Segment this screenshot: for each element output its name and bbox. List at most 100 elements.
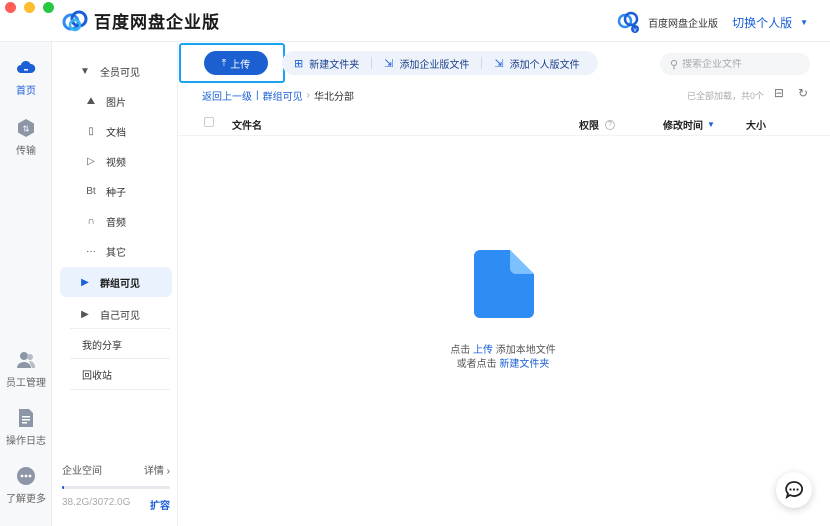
baidu-netdisk-logo-icon [62,10,88,31]
column-modified[interactable]: 修改时间 ▼ [663,117,715,132]
enterprise-name: 百度网盘企业版 [648,18,719,30]
sidebar-item-images[interactable]: ⛰ 图片 [60,86,172,116]
action-group: ⊞ 新建文件夹 ⇲ 添加企业版文件 ⇲ 添加个人版文件 [282,51,598,75]
divider [70,389,170,390]
caret-down-icon: ▼ [80,65,90,77]
sidebar-item-audio[interactable]: ∩ 音频 [60,206,172,236]
storage-used-text: 38.2G/3072.0G [62,497,131,508]
rail-item-more[interactable]: 了解更多 [0,466,52,505]
chat-support-button[interactable] [776,472,812,508]
search-box[interactable]: ⚲ [660,53,810,75]
empty-file-icon [474,250,534,318]
cloud-home-icon [17,60,36,73]
main-panel: ⤒ 上传 ⊞ 新建文件夹 ⇲ 添加企业版文件 ⇲ 添加个人版文件 ⚲ 返回上一级 [178,42,830,526]
sidebar-item-documents[interactable]: ▯ 文档 [60,116,172,146]
sidebar-item-label: 回收站 [82,370,112,382]
sidebar-item-recycle-bin[interactable]: 回收站 [60,359,172,389]
select-all-checkbox[interactable] [204,117,214,127]
toolbar: ⤒ 上传 ⊞ 新建文件夹 ⇲ 添加企业版文件 ⇲ 添加个人版文件 ⚲ [178,42,830,86]
sidebar-item-label: 全员可见 [100,67,140,79]
rail-item-staff[interactable]: 员工管理 [0,350,52,389]
help-icon[interactable]: ? [605,119,615,130]
window-controls [5,2,54,13]
empty-state-text: 点击 上传 添加本地文件 或者点击 新建文件夹 [450,345,556,370]
video-icon: ▷ [87,155,95,167]
upload-button[interactable]: ⤒ 上传 [204,51,268,75]
document-icon: ▯ [88,125,94,137]
app-title: 百度网盘企业版 [94,13,220,32]
caret-right-icon: ▶ [81,308,89,320]
rail-item-transfer[interactable]: ⇅ 传输 [0,118,52,157]
breadcrumb-parent[interactable]: 群组可见 [263,88,303,103]
minimize-window-button[interactable] [24,2,35,13]
sidebar-item-label: 种子 [106,187,126,199]
empty-new-folder-link[interactable]: 新建文件夹 [499,359,549,370]
close-window-button[interactable] [5,2,16,13]
expand-storage-button[interactable]: 扩容 [150,497,170,512]
column-name[interactable]: 文件名 [232,117,262,132]
breadcrumb: 返回上一级 | 群组可见 › 华北分部 [202,88,354,103]
breadcrumb-separator: | [256,90,259,101]
sidebar-item-label: 视频 [106,157,126,169]
storage-panel: 企业空间 详情 › 38.2G/3072.0G 扩容 [62,462,170,512]
storage-details-link[interactable]: 详情 › [144,462,170,477]
table-header: 文件名 权限 ? 修改时间 ▼ 大小 [178,110,830,136]
sidebar-item-videos[interactable]: ▷ 视频 [60,146,172,176]
loaded-info: 已全部加载，共0个 [686,91,764,101]
category-sidebar: ▼ 全员可见 ⛰ 图片 ▯ 文档 ▷ 视频 Bt 种子 ∩ 音频 ··· 其它 … [52,42,178,526]
sidebar-item-label: 群组可见 [100,278,140,290]
switch-personal-button[interactable]: 切换个人版 [732,14,792,31]
svg-text:⇅: ⇅ [23,125,30,134]
svg-text:v: v [633,27,637,34]
sidebar-item-my-share[interactable]: 我的分享 [60,329,172,359]
add-enterprise-file-button[interactable]: ⇲ 添加企业版文件 [372,51,481,75]
sidebar-item-label: 其它 [106,247,126,259]
chevron-right-icon: › [306,90,310,101]
sidebar-item-other[interactable]: ··· 其它 [60,236,172,266]
sidebar-item-all-visible[interactable]: ▼ 全员可见 [60,56,172,86]
grid-view-icon[interactable]: ⊟ [774,86,784,100]
add-personal-file-button[interactable]: ⇲ 添加个人版文件 [482,51,591,75]
search-icon: ⚲ [670,58,679,71]
chevron-right-icon: › [166,466,170,477]
storage-label: 企业空间 [62,466,102,477]
rail-item-log[interactable]: 操作日志 [0,408,52,447]
sidebar-item-label: 我的分享 [82,340,122,352]
log-icon [19,409,33,427]
search-input[interactable] [682,58,793,70]
caret-down-icon[interactable]: ▼ [800,18,808,27]
rail-item-home[interactable]: 首页 [0,58,52,97]
add-file-icon: ⇲ [494,57,504,70]
sort-icon: ▼ [707,120,715,129]
enterprise-avatar-icon[interactable]: v [616,10,640,34]
audio-icon: ∩ [87,215,95,227]
view-controls: ⊟ ↻ [774,86,808,100]
new-folder-button[interactable]: ⊞ 新建文件夹 [282,51,371,75]
add-file-icon: ⇲ [384,57,394,70]
upload-icon: ⤒ [221,57,227,69]
more-icon [17,467,35,485]
column-permission: 权限 ? [579,117,615,132]
sidebar-item-torrents[interactable]: Bt 种子 [60,176,172,206]
sidebar-item-label: 音频 [106,217,126,229]
breadcrumb-back[interactable]: 返回上一级 [202,88,252,103]
staff-icon [17,352,36,368]
column-size[interactable]: 大小 [746,117,766,132]
sidebar-item-label: 文档 [106,127,126,139]
sidebar-item-group-visible[interactable]: ▶ 群组可见 [60,267,172,297]
image-icon: ⛰ [86,95,96,107]
left-rail: 首页 ⇅ 传输 员工管理 操作日志 了解更多 [0,42,52,526]
header-right: v 百度网盘企业版 切换个人版 ▼ [616,10,808,34]
title-bar: 百度网盘企业版 v 百度网盘企业版 切换个人版 ▼ [0,0,830,42]
storage-progress-fill [62,486,64,489]
refresh-icon[interactable]: ↻ [798,86,808,100]
maximize-window-button[interactable] [43,2,54,13]
app-logo: 百度网盘企业版 [62,8,220,33]
torrent-icon: Bt [86,185,96,197]
breadcrumb-current: 华北分部 [313,92,354,103]
sidebar-item-label: 自己可见 [100,310,140,322]
sidebar-item-label: 图片 [106,97,126,109]
sidebar-item-self-visible[interactable]: ▶ 自己可见 [60,299,172,329]
empty-upload-link[interactable]: 上传 [473,345,493,356]
transfer-icon: ⇅ [18,119,34,137]
